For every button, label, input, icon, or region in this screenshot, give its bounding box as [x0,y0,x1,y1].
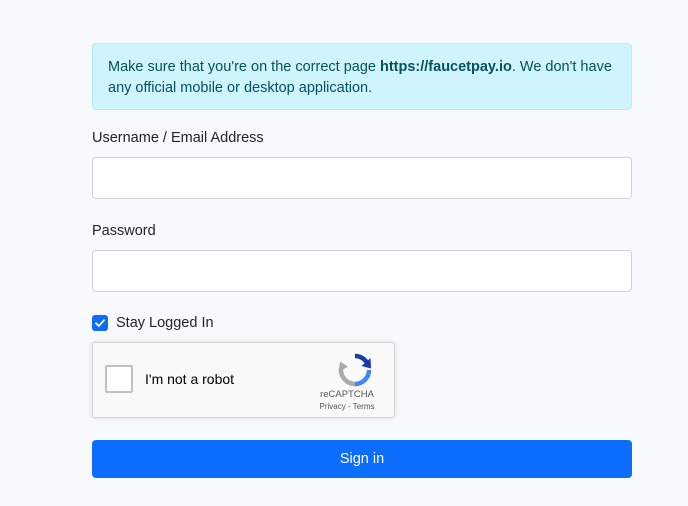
recaptcha-privacy-link[interactable]: Privacy [320,402,346,411]
check-icon [95,319,105,327]
recaptcha-links-separator: - [345,402,353,411]
username-label: Username / Email Address [92,130,264,146]
info-alert: Make sure that you're on the correct pag… [92,43,632,110]
recaptcha-label: I'm not a robot [145,371,235,387]
password-input[interactable] [92,250,632,292]
username-input[interactable] [92,157,632,199]
stay-logged-in-checkbox[interactable] [92,315,108,331]
alert-text-before: Make sure that you're on the correct pag… [108,59,380,75]
recaptcha-links: Privacy - Terms [312,402,382,412]
stay-logged-in-label[interactable]: Stay Logged In [116,315,214,331]
recaptcha-checkbox[interactable] [105,365,133,393]
recaptcha-brand: reCAPTCHA [320,389,374,400]
stay-logged-in-row: Stay Logged In [92,314,632,332]
alert-url: https://faucetpay.io [379,59,512,75]
sign-in-button[interactable]: Sign in [92,440,632,478]
recaptcha-logo-icon [338,353,372,387]
login-form: Make sure that you're on the correct pag… [92,43,632,478]
recaptcha-terms-link[interactable]: Terms [353,402,375,411]
recaptcha-widget: I'm not a robot reCAPTCHA Privacy - Term… [92,342,395,418]
login-page: { "alert": { "text_before": "Make sure t… [0,0,688,506]
password-label: Password [92,223,156,239]
